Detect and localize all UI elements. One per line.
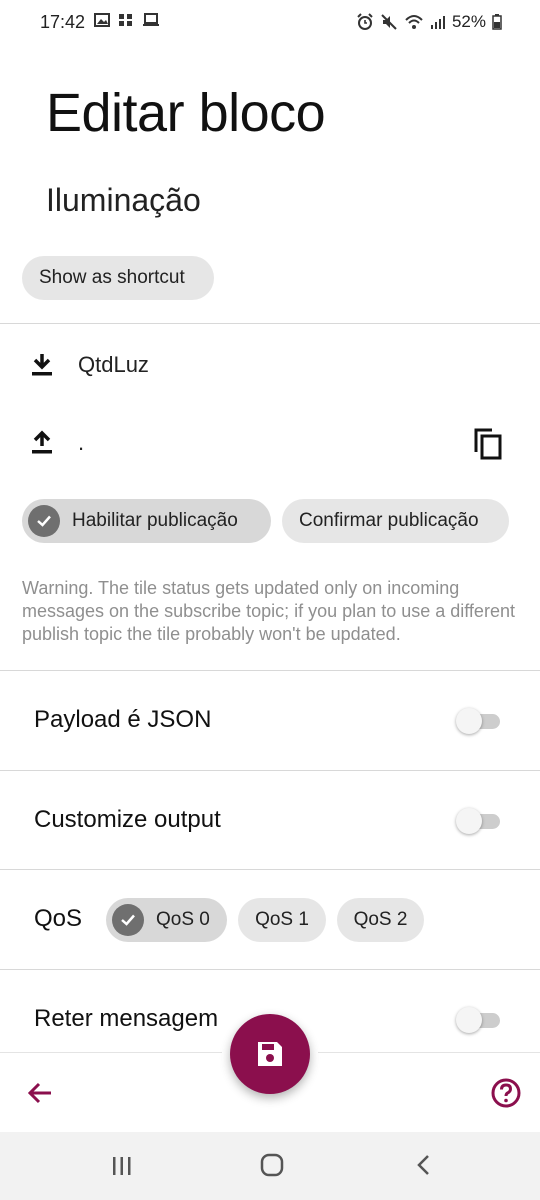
warning-text: Warning. The tile status gets updated on…	[22, 578, 515, 644]
image-notification-icon	[94, 13, 110, 27]
block-name: Iluminação	[46, 182, 201, 218]
save-icon	[258, 1042, 282, 1066]
enable-publish-label: Habilitar publicação	[72, 510, 238, 531]
download-icon	[32, 354, 52, 376]
wifi-icon	[405, 15, 423, 29]
payload-json-label: Payload é JSON	[34, 706, 212, 733]
battery-percent: 52%	[451, 12, 486, 31]
retain-message-label: Reter mensagem	[34, 1005, 219, 1032]
upload-icon	[32, 430, 52, 454]
show-as-shortcut-label: Show as shortcut	[39, 267, 185, 288]
qos-1-chip[interactable]: QoS 1	[238, 898, 326, 942]
divider	[0, 869, 540, 870]
mute-icon	[381, 14, 397, 30]
save-button[interactable]	[230, 1014, 310, 1094]
back-nav-icon[interactable]	[412, 1153, 436, 1177]
status-bar: 17:42 52%	[0, 0, 540, 46]
qos-2-label: QoS 2	[353, 909, 408, 930]
qos-2-chip[interactable]: QoS 2	[337, 898, 424, 942]
check-icon	[28, 505, 60, 537]
recent-apps-icon[interactable]	[110, 1154, 134, 1178]
laptop-notification-icon	[143, 13, 159, 26]
status-notification-icons	[94, 12, 160, 28]
payload-json-toggle[interactable]	[456, 706, 502, 736]
arrow-left-icon[interactable]	[26, 1079, 54, 1107]
show-as-shortcut-chip[interactable]: Show as shortcut	[22, 256, 214, 300]
confirm-publish-label: Confirmar publicação	[299, 510, 479, 531]
qos-label: QoS	[34, 905, 83, 932]
status-system-icons: 52%	[356, 12, 502, 32]
retain-message-toggle[interactable]	[456, 1005, 502, 1035]
qos-0-chip[interactable]: QoS 0	[106, 898, 227, 942]
subscribe-topic-value: QtdLuz	[78, 352, 149, 377]
system-navigation-bar	[0, 1132, 540, 1200]
page-title: Editar bloco	[46, 83, 326, 143]
publish-topic-value: .	[78, 430, 85, 455]
grid-notification-icon	[119, 14, 132, 26]
divider	[0, 670, 540, 671]
check-icon	[112, 904, 144, 936]
signal-icon	[430, 16, 445, 29]
customize-output-label: Customize output	[34, 806, 221, 833]
divider	[0, 770, 540, 771]
home-icon[interactable]	[259, 1152, 285, 1178]
subscribe-topic-row[interactable]: QtdLuz	[30, 352, 149, 378]
alarm-icon	[357, 13, 373, 30]
qos-1-label: QoS 1	[255, 909, 309, 930]
confirm-publish-chip[interactable]: Confirmar publicação	[282, 499, 509, 543]
qos-0-label: QoS 0	[156, 909, 210, 930]
divider	[0, 969, 540, 970]
publish-topic-row[interactable]: .	[30, 430, 84, 456]
copy-icon[interactable]	[472, 426, 504, 462]
help-icon[interactable]	[491, 1078, 521, 1108]
battery-icon	[492, 14, 502, 30]
enable-publish-chip[interactable]: Habilitar publicação	[22, 499, 271, 543]
divider	[0, 323, 540, 324]
status-time: 17:42	[40, 12, 86, 32]
customize-output-toggle[interactable]	[456, 806, 502, 836]
